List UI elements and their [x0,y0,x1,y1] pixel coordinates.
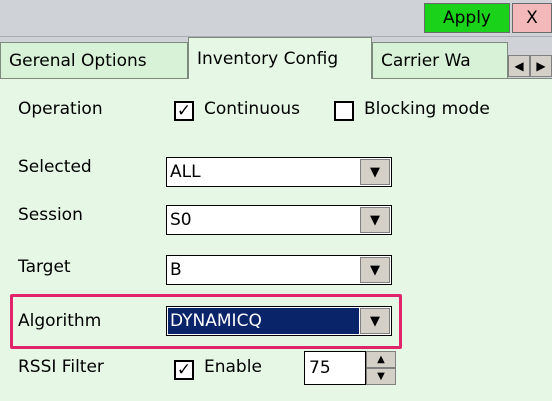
spin-up-icon[interactable]: ▲ [366,351,396,368]
spin-down-icon[interactable]: ▼ [366,368,396,385]
tab-label: Gerenal Options [9,50,147,71]
tab-label: Inventory Config [197,48,339,69]
target-dropdown[interactable]: B ▼ [166,255,392,285]
close-button[interactable]: X [512,3,552,33]
rssi-enable-checkbox[interactable]: ✓ [174,360,194,380]
inventory-config-panel: Operation ✓ Continuous Blocking mode Sel… [0,78,552,401]
tab-scroll-left-icon[interactable]: ◀ [508,55,530,77]
tab-general-options[interactable]: Gerenal Options [0,42,188,78]
chevron-down-icon[interactable]: ▼ [360,257,390,283]
selected-value: ALL [170,162,201,182]
target-value: B [170,260,182,280]
blocking-mode-label: Blocking mode [364,99,490,119]
tab-scroll-right-icon[interactable]: ▶ [530,55,552,77]
tab-strip: Gerenal Options Inventory Config Carrier… [0,37,552,79]
check-icon: ✓ [176,359,192,380]
rssi-filter-label: RSSI Filter [18,357,104,377]
apply-button[interactable]: Apply [424,3,510,33]
rssi-value: 75 [309,358,331,378]
operation-label: Operation [18,99,103,119]
target-label: Target [18,257,71,277]
selected-label: Selected [18,157,92,177]
continuous-label: Continuous [204,99,301,119]
selected-dropdown[interactable]: ALL ▼ [166,157,392,187]
rssi-value-input[interactable]: 75 [304,351,366,385]
chevron-down-icon[interactable]: ▼ [360,207,390,233]
algorithm-value: DYNAMICQ [168,308,359,334]
session-label: Session [18,205,83,225]
session-value: S0 [170,210,192,230]
toolbar: Apply X [0,0,552,37]
tab-inventory-config[interactable]: Inventory Config [188,37,372,79]
continuous-checkbox[interactable]: ✓ [174,101,194,121]
chevron-down-icon[interactable]: ▼ [360,308,390,334]
algorithm-label: Algorithm [18,311,102,331]
session-dropdown[interactable]: S0 ▼ [166,205,392,235]
blocking-mode-checkbox[interactable] [334,101,354,121]
tab-carrier-wave[interactable]: Carrier Wa [372,42,508,78]
chevron-down-icon[interactable]: ▼ [360,159,390,185]
rssi-enable-label: Enable [204,357,262,377]
check-icon: ✓ [176,100,192,121]
tab-label: Carrier Wa [381,50,471,71]
algorithm-dropdown[interactable]: DYNAMICQ ▼ [166,306,392,336]
